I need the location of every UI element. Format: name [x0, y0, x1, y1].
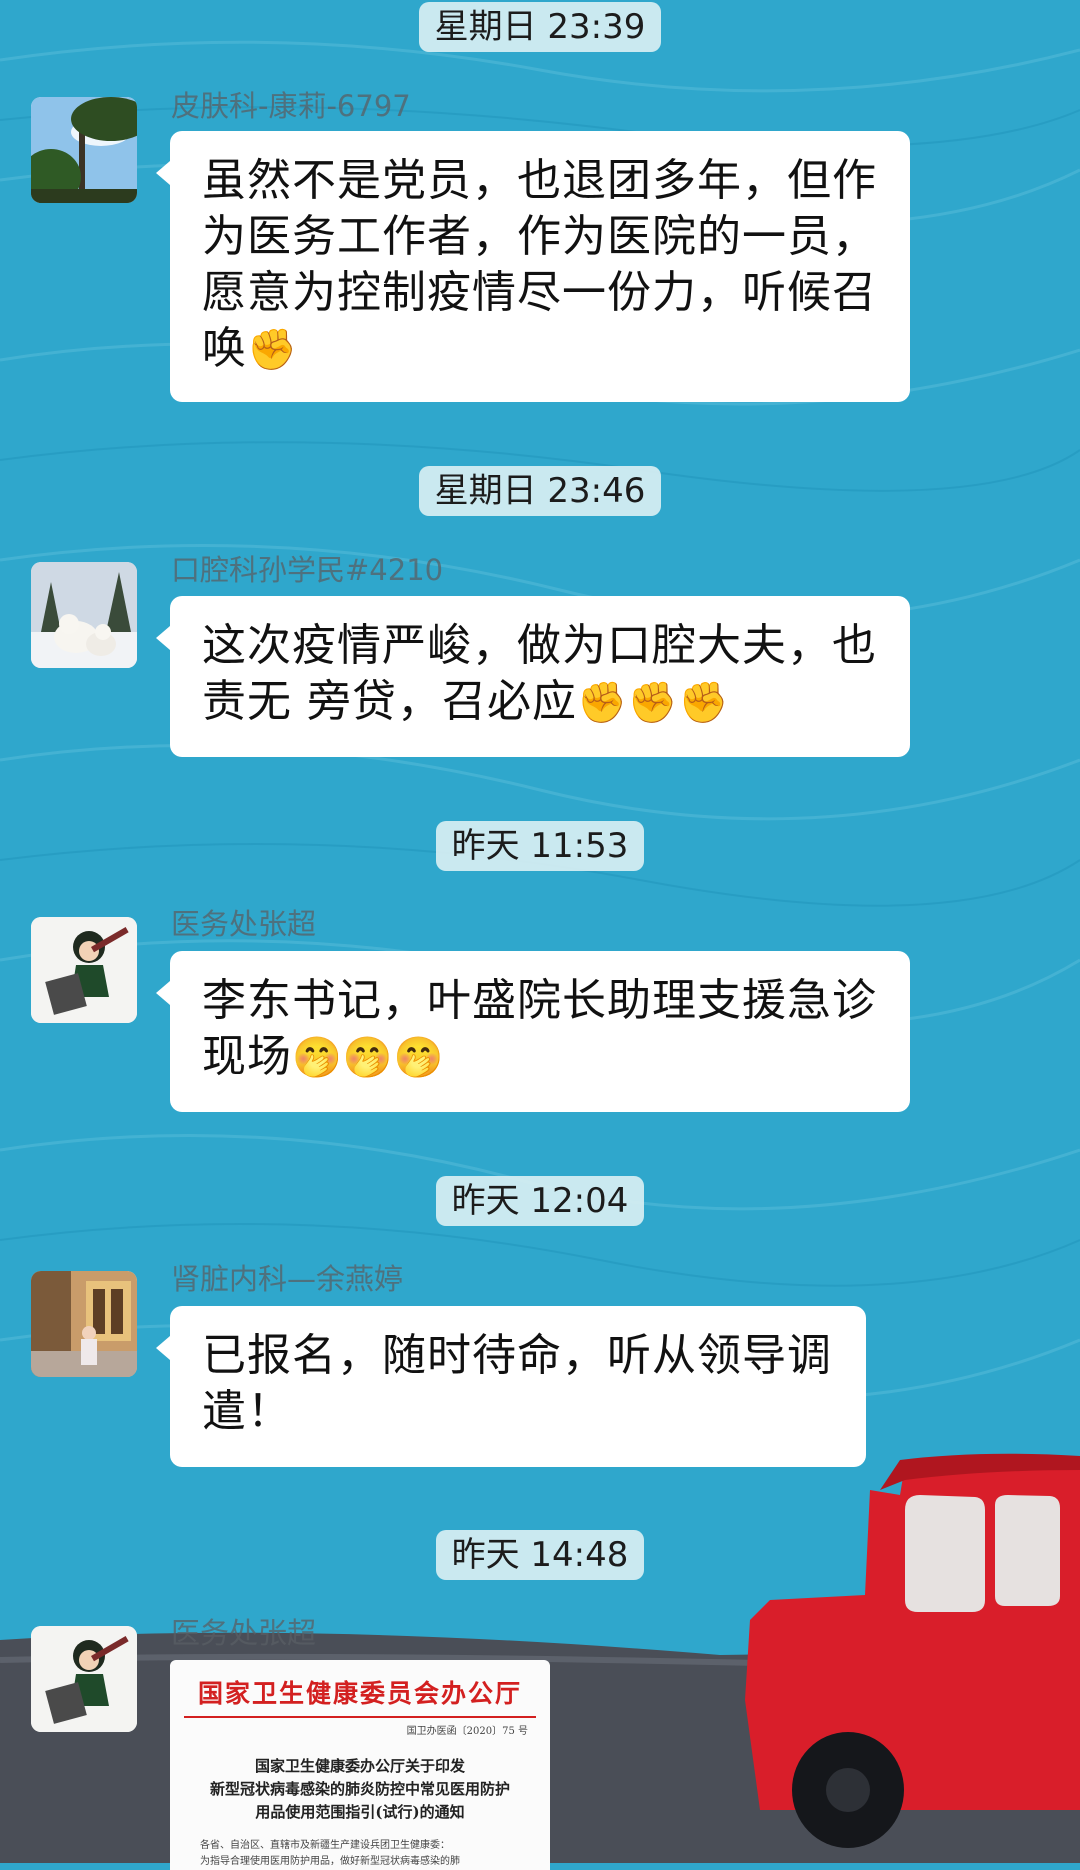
message-bubble[interactable]: 虽然不是党员，也退团多年，但作 为医务工作者，作为医院的一员， 愿意为控制疫情尽…: [156, 131, 910, 402]
sender-avatar[interactable]: [31, 1626, 137, 1732]
timestamp: 星期日 23:39: [0, 2, 1080, 52]
sender-name: 医务处张超: [171, 1616, 317, 1650]
message-line: 为医务工作者，作为医院的一员，: [202, 211, 877, 262]
message-line: 愿意为控制疫情尽一份力，听候召: [202, 267, 877, 318]
document-title: 国家卫生健康委办公厅关于印发 新型冠状病毒感染的肺炎防控中常见医用防护 用品使用…: [209, 1757, 510, 1821]
document-body: 各省、自治区、直辖市及新疆生产建设兵团卫生健康委： 为指导合理使用医用防护用品，…: [200, 1840, 460, 1867]
message-bubble[interactable]: 李东书记，叶盛院长助理支援急诊 现场🤭🤭🤭: [156, 951, 910, 1112]
message-line: 李东书记，叶盛院长助理支援急诊: [202, 975, 877, 1026]
message-bubble[interactable]: 已报名，随时待命，听从领导调 遣！: [156, 1306, 866, 1467]
sender-name: 皮肤科-康莉-6797: [171, 89, 411, 123]
sender-avatar[interactable]: [31, 1271, 137, 1377]
timestamp: 昨天 12:04: [0, 1176, 1080, 1226]
sender-name: 医务处张超: [171, 907, 317, 941]
hand-over-mouth-emoji-icon: 🤭🤭🤭: [292, 1035, 445, 1081]
timestamp: 星期日 23:46: [0, 466, 1080, 516]
document-header: 国家卫生健康委员会办公厅: [197, 1679, 522, 1708]
timestamp: 昨天 14:48: [0, 1530, 1080, 1580]
message-bubble[interactable]: 这次疫情严峻，做为口腔大夫，也 责无 旁贷，召必应✊✊✊: [156, 596, 910, 757]
document-image-message[interactable]: 国家卫生健康委员会办公厅 国卫办医函〔2020〕75 号 国家卫生健康委办公厅关…: [170, 1660, 550, 1870]
sender-name: 口腔科孙学民#4210: [171, 553, 444, 587]
raised-fist-emoji-icon: ✊: [247, 327, 298, 373]
sender-avatar[interactable]: [31, 97, 137, 203]
message-line: 责无 旁贷，召必应: [202, 676, 577, 727]
raised-fist-emoji-icon: ✊✊✊: [577, 680, 730, 726]
message-line: 唤: [202, 323, 247, 374]
document-number: 国卫办医函〔2020〕75 号: [406, 1726, 528, 1737]
sender-avatar[interactable]: [31, 562, 137, 668]
message-line: 已报名，随时待命，听从领导调: [202, 1330, 832, 1381]
timestamp: 昨天 11:53: [0, 821, 1080, 871]
sender-name: 肾脏内科—余燕婷: [171, 1262, 404, 1296]
document-red-rule: [184, 1716, 536, 1718]
sender-avatar[interactable]: [31, 917, 137, 1023]
message-line: 虽然不是党员，也退团多年，但作: [202, 155, 877, 206]
message-line: 遣！: [202, 1386, 292, 1437]
message-line: 现场: [202, 1031, 292, 1082]
message-line: 这次疫情严峻，做为口腔大夫，也: [202, 620, 877, 671]
